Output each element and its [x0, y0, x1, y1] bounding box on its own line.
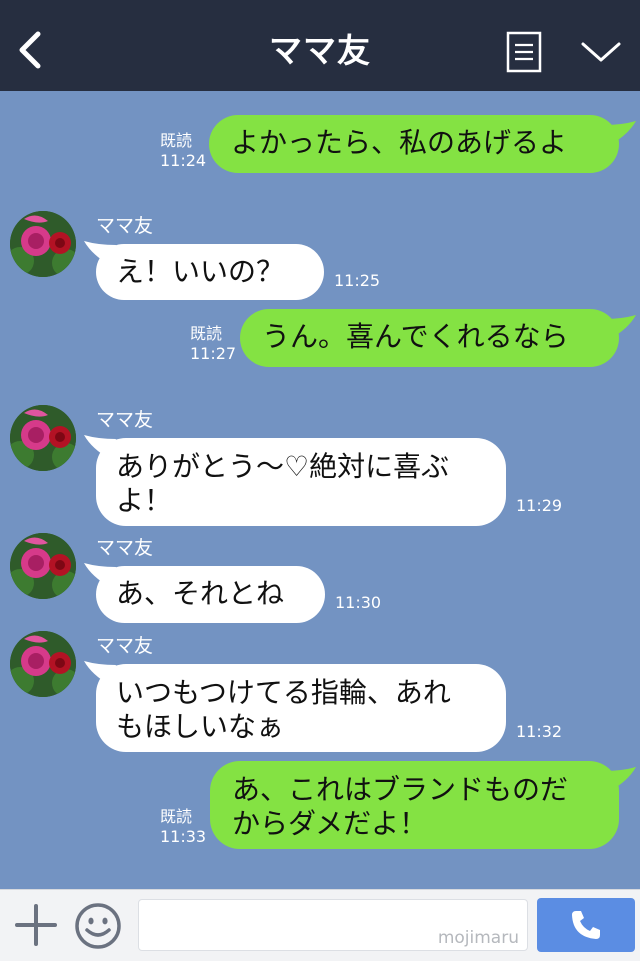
message-text-line: ありがとう〜♡絶対に喜ぶ	[116, 450, 450, 483]
message-meta: 既読 11:27	[190, 324, 236, 364]
watermark-text: mojimaru	[437, 928, 519, 948]
message-time: 11:25	[334, 271, 381, 290]
message-meta: 既読 11:33	[160, 807, 206, 847]
page-title: ママ友	[269, 31, 371, 70]
message-text: うん。喜んでくれるなら	[262, 320, 569, 353]
call-button[interactable]	[537, 898, 635, 952]
message-text-line: あ、これはブランドものだ	[232, 773, 569, 806]
message-bubble[interactable]: よかったら、私のあげるよ	[209, 115, 619, 173]
sender-name: ママ友	[96, 635, 154, 657]
phone-icon	[572, 911, 600, 939]
sender-name: ママ友	[96, 537, 154, 559]
message-bubble[interactable]: え！いいの？	[96, 244, 324, 300]
message-text-line: もほしいなぁ	[116, 710, 285, 743]
rose-avatar-icon	[10, 405, 76, 471]
menu-list-icon[interactable]	[506, 31, 542, 73]
avatar[interactable]	[10, 631, 76, 697]
read-receipt: 既読	[160, 131, 193, 150]
message-time: 11:33	[160, 827, 207, 846]
message-text: あ、それとね	[116, 577, 285, 610]
message-bubble[interactable]: いつもつけてる指輪、あれ もほしいなぁ	[96, 664, 506, 752]
read-receipt: 既読	[190, 324, 223, 343]
message-bubble[interactable]: ありがとう〜♡絶対に喜ぶ よ！	[96, 438, 506, 526]
message-bubble[interactable]: あ、それとね	[96, 566, 325, 623]
sender-name: ママ友	[96, 409, 154, 431]
rose-avatar-icon	[10, 631, 76, 697]
read-receipt: 既読	[160, 807, 193, 826]
message-text-line: いつもつけてる指輪、あれ	[116, 676, 451, 709]
message-meta: 既読 11:24	[160, 131, 206, 171]
avatar[interactable]	[10, 405, 76, 471]
avatar[interactable]	[10, 533, 76, 599]
message-time: 11:32	[516, 722, 563, 741]
chat-area[interactable]: 既読 11:24 よかったら、私のあげるよ ママ友 え！いいの？ 11:25 既…	[0, 91, 640, 889]
avatar[interactable]	[10, 211, 76, 277]
smiley-icon[interactable]	[74, 902, 122, 950]
message-time: 11:24	[160, 151, 207, 170]
message-input[interactable]: mojimaru	[138, 899, 528, 951]
message-time: 11:29	[516, 496, 563, 515]
message-bubble[interactable]: うん。喜んでくれるなら	[240, 309, 619, 367]
message-text-line: からダメだよ！	[232, 807, 428, 840]
message-text-line: よ！	[116, 484, 173, 517]
rose-avatar-icon	[10, 211, 76, 277]
plus-icon[interactable]	[14, 903, 58, 947]
message-text: え！いいの？	[116, 255, 285, 288]
message-text: よかったら、私のあげるよ	[231, 126, 568, 159]
chat-header: ママ友	[0, 0, 640, 91]
sender-name: ママ友	[96, 215, 154, 237]
message-time: 11:27	[190, 344, 237, 363]
message-time: 11:30	[335, 593, 382, 612]
message-input-bar: mojimaru	[0, 889, 640, 961]
message-bubble[interactable]: あ、これはブランドものだ からダメだよ！	[210, 761, 619, 849]
rose-avatar-icon	[10, 533, 76, 599]
chevron-down-icon[interactable]	[580, 38, 622, 66]
